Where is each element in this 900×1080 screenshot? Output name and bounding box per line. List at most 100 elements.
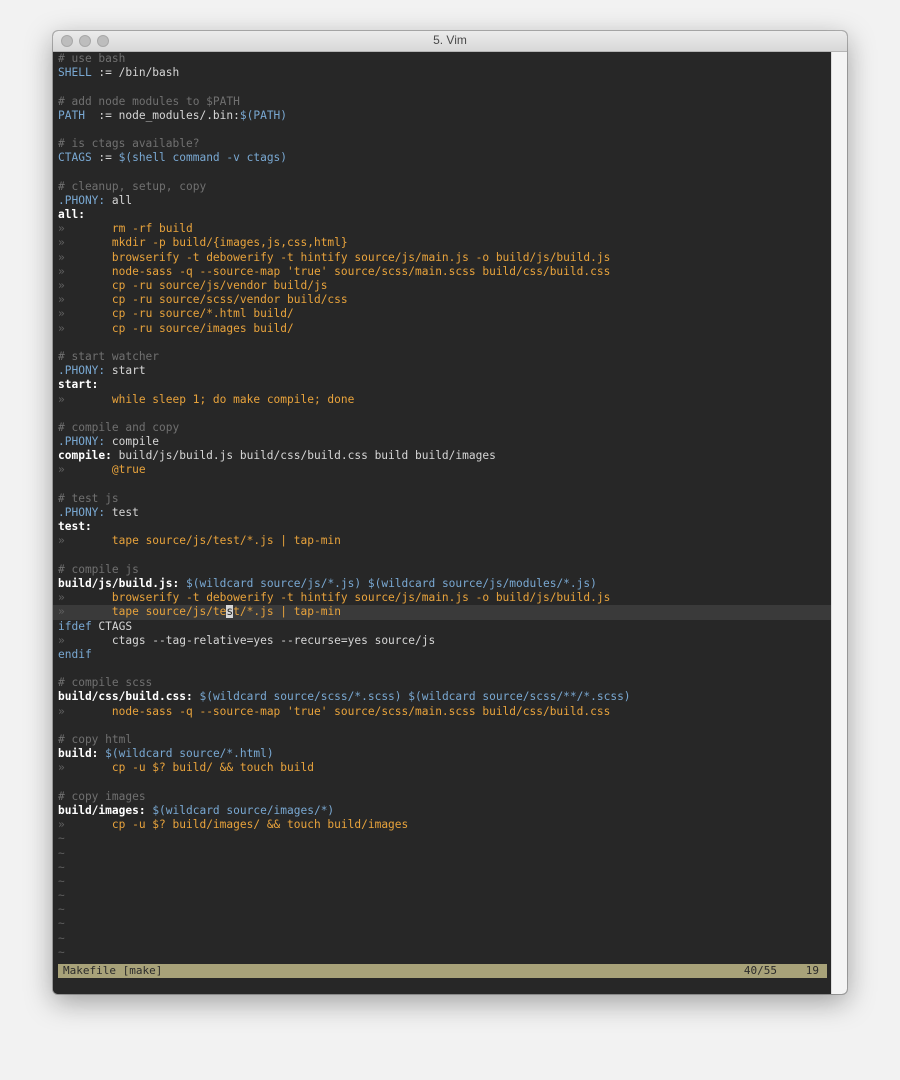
- code-line[interactable]: # copy images: [58, 790, 832, 804]
- code-token: all: [105, 193, 133, 207]
- code-token: $(PATH): [239, 108, 288, 122]
- code-line[interactable]: # cleanup, setup, copy: [58, 180, 832, 194]
- code-line[interactable]: # copy html: [58, 733, 832, 747]
- editor-buffer[interactable]: # use bash SHELL := /bin/bash # add node …: [53, 52, 832, 994]
- code-line[interactable]: # compile scss: [58, 676, 832, 690]
- code-token: := node_modules/.bin:: [84, 108, 240, 122]
- code-line[interactable]: build/css/build.css: $(wildcard source/s…: [58, 690, 832, 704]
- code-line[interactable]: # is ctags available?: [58, 137, 832, 151]
- code-line[interactable]: SHELL := /bin/bash: [58, 66, 832, 80]
- code-line[interactable]: [58, 166, 832, 180]
- code-token: ~: [58, 931, 65, 945]
- code-line[interactable]: » cp -ru source/images build/: [58, 322, 832, 336]
- code-token: cp -u $? build/images/ && touch build/im…: [64, 818, 409, 832]
- code-token: cp -ru source/*.html build/: [64, 307, 294, 321]
- code-line[interactable]: PATH := node_modules/.bin:$(PATH): [58, 109, 832, 123]
- code-line[interactable]: build/images: $(wildcard source/images/*…: [58, 804, 832, 818]
- tab-indicator: »: [58, 818, 65, 832]
- code-token: test: [105, 506, 139, 519]
- code-line[interactable]: test:: [58, 520, 832, 534]
- code-line[interactable]: » cp -ru source/js/vendor build/js: [58, 279, 832, 293]
- code-line[interactable]: » cp -u $? build/images/ && touch build/…: [58, 818, 832, 832]
- code-line[interactable]: [58, 407, 832, 421]
- code-line[interactable]: CTAGS := $(shell command -v ctags): [58, 151, 832, 165]
- empty-line-marker[interactable]: ~: [58, 832, 832, 846]
- code-line[interactable]: # use bash: [58, 52, 832, 66]
- code-line[interactable]: .PHONY: all: [58, 194, 832, 208]
- code-token: # is ctags available?: [58, 137, 200, 151]
- code-token: CTAGS: [58, 151, 92, 165]
- empty-line-marker[interactable]: ~: [58, 847, 832, 861]
- code-token: build/css/build.css:: [58, 690, 193, 704]
- code-line[interactable]: » tape source/js/test/*.js | tap-min: [53, 605, 832, 620]
- tab-indicator: »: [58, 534, 65, 548]
- code-line[interactable]: # add node modules to $PATH: [58, 95, 832, 109]
- code-line[interactable]: » browserify -t debowerify -t hintify so…: [58, 591, 832, 605]
- code-token: cp -ru source/images build/: [64, 321, 294, 335]
- code-line[interactable]: # compile js: [58, 563, 832, 577]
- code-token: := /bin/bash: [91, 66, 180, 80]
- code-token: compile: [105, 435, 160, 449]
- code-line[interactable]: # compile and copy: [58, 421, 832, 435]
- code-token: node-sass -q --source-map 'true' source/…: [64, 264, 611, 278]
- code-token: # test js: [58, 491, 119, 505]
- code-line[interactable]: » node-sass -q --source-map 'true' sourc…: [58, 265, 832, 279]
- code-token: compile:: [58, 449, 112, 463]
- code-line[interactable]: .PHONY: compile: [58, 435, 832, 449]
- empty-line-marker[interactable]: ~: [58, 875, 832, 889]
- tab-indicator: »: [58, 264, 65, 278]
- code-line[interactable]: [58, 662, 832, 676]
- code-token: # add node modules to $PATH: [58, 94, 240, 108]
- code-token: PATH: [58, 108, 85, 122]
- code-line[interactable]: [58, 123, 832, 137]
- empty-line-marker[interactable]: ~: [58, 946, 832, 960]
- empty-line-marker[interactable]: ~: [58, 917, 832, 931]
- code-line[interactable]: build/js/build.js: $(wildcard source/js/…: [58, 577, 832, 591]
- code-line[interactable]: » while sleep 1; do make compile; done: [58, 393, 832, 407]
- empty-line-marker[interactable]: ~: [58, 903, 832, 917]
- tab-indicator: »: [58, 250, 65, 264]
- code-token: ~: [58, 874, 65, 888]
- code-line[interactable]: » node-sass -q --source-map 'true' sourc…: [58, 705, 832, 719]
- tab-indicator: »: [58, 307, 65, 321]
- empty-line-marker[interactable]: ~: [58, 932, 832, 946]
- code-line[interactable]: start:: [58, 378, 832, 392]
- scrollbar[interactable]: [831, 52, 847, 994]
- code-line[interactable]: » ctags --tag-relative=yes --recurse=yes…: [58, 634, 832, 648]
- tab-indicator: »: [58, 633, 65, 647]
- code-line[interactable]: [58, 549, 832, 563]
- tab-indicator: »: [58, 463, 65, 477]
- code-line[interactable]: » @true: [58, 463, 832, 477]
- code-line[interactable]: all:: [58, 208, 832, 222]
- code-line[interactable]: » browserify -t debowerify -t hintify so…: [58, 251, 832, 265]
- code-line[interactable]: » mkdir -p build/{images,js,css,html}: [58, 236, 832, 250]
- code-line[interactable]: [58, 719, 832, 733]
- code-line[interactable]: » tape source/js/test/*.js | tap-min: [58, 534, 832, 548]
- code-token: ~: [58, 945, 65, 959]
- tab-indicator: »: [58, 236, 65, 250]
- code-token: build/js/build.js:: [58, 576, 180, 590]
- code-token: start: [105, 364, 146, 378]
- code-line[interactable]: endif: [58, 648, 832, 662]
- code-line[interactable]: » rm -rf build: [58, 222, 832, 236]
- code-line[interactable]: # test js: [58, 492, 832, 506]
- code-line[interactable]: [58, 776, 832, 790]
- code-line[interactable]: » cp -u $? build/ && touch build: [58, 761, 832, 775]
- code-line[interactable]: compile: build/js/build.js build/css/bui…: [58, 449, 832, 463]
- title-bar: 5. Vim: [53, 31, 847, 52]
- code-token: CTAGS: [91, 619, 133, 633]
- code-line[interactable]: [58, 80, 832, 94]
- code-line[interactable]: .PHONY: start: [58, 364, 832, 378]
- empty-line-marker[interactable]: ~: [58, 889, 832, 903]
- code-line[interactable]: [58, 478, 832, 492]
- code-line[interactable]: .PHONY: test: [58, 506, 832, 520]
- code-line[interactable]: » cp -ru source/scss/vendor build/css: [58, 293, 832, 307]
- code-token: # use bash: [58, 52, 126, 65]
- code-line[interactable]: [58, 336, 832, 350]
- code-line[interactable]: ifdef CTAGS: [58, 620, 832, 634]
- tab-indicator: »: [58, 392, 65, 406]
- code-line[interactable]: » cp -ru source/*.html build/: [58, 307, 832, 321]
- code-line[interactable]: # start watcher: [58, 350, 832, 364]
- code-line[interactable]: build: $(wildcard source/*.html): [58, 747, 832, 761]
- empty-line-marker[interactable]: ~: [58, 861, 832, 875]
